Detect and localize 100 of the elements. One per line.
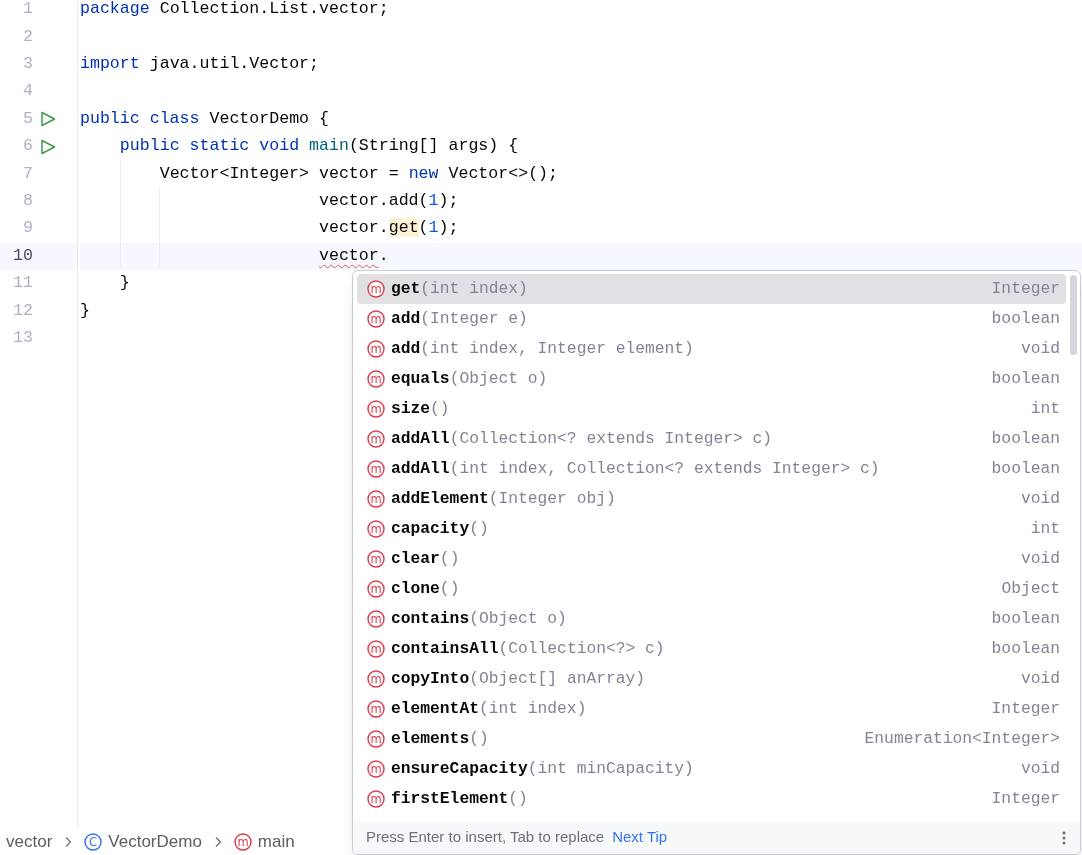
breadcrumb-item[interactable]: main [257, 828, 295, 855]
return-type: boolean [991, 457, 1060, 480]
method-params: (int index) [478, 697, 587, 720]
method-params: (Object o) [449, 367, 548, 390]
completion-item[interactable]: m size() int [357, 394, 1066, 424]
completion-item[interactable]: m add(int index, Integer element) void [357, 334, 1066, 364]
method-name: ensureCapacity [391, 757, 528, 780]
completion-item[interactable]: m addAll(int index, Collection<? extends Integer> c) boolean [357, 454, 1066, 484]
return-type: Object [1001, 577, 1060, 600]
return-type: void [1020, 547, 1060, 570]
completion-item[interactable]: m elements() Enumeration<Integer> [357, 724, 1066, 754]
return-type: boolean [991, 307, 1060, 330]
method-params: (int minCapacity) [527, 757, 694, 780]
completion-item[interactable]: m contains(Object o) boolean [357, 604, 1066, 634]
method-name: clone [391, 577, 440, 600]
line-number: 9 [22, 217, 33, 240]
method-icon: m [367, 340, 385, 358]
method-params: (Collection<? extends Integer> c) [449, 427, 773, 450]
line-number: 4 [22, 80, 33, 103]
next-tip-link[interactable]: Next Tip [612, 826, 668, 849]
method-name: add [391, 307, 421, 330]
return-type: Integer [991, 277, 1060, 300]
breadcrumb-item[interactable]: vector [6, 828, 53, 855]
method-name: add [391, 337, 421, 360]
method-params: () [469, 727, 489, 750]
run-icon[interactable] [40, 138, 56, 155]
method-icon: m [367, 460, 385, 478]
line-number: 3 [22, 53, 33, 76]
method-icon: m [367, 370, 385, 388]
method-name: equals [391, 367, 450, 390]
method-icon: m [367, 610, 385, 628]
method-name: capacity [391, 517, 470, 540]
line-number: 8 [22, 190, 33, 212]
code-line: public static void main(String[] args) { [119, 135, 519, 158]
completion-item[interactable]: m addAll(Collection<? extends Integer> c) boolean [357, 424, 1066, 454]
method-icon: m [367, 790, 385, 808]
method-params: (int index) [420, 277, 528, 300]
line-number: 13 [12, 326, 33, 349]
line-number: 6 [22, 135, 33, 158]
method-icon: m [367, 280, 385, 298]
code-line: } [119, 272, 130, 295]
completion-item[interactable]: m ensureCapacity(int minCapacity) void [357, 754, 1066, 784]
completion-item[interactable]: m clear() void [357, 544, 1066, 574]
method-icon: m [367, 700, 385, 718]
method-params: () [439, 577, 460, 600]
method-name: addElement [391, 487, 489, 510]
code-line: vector.add(1); [319, 190, 459, 212]
method-icon: m [367, 760, 385, 778]
return-type: int [1030, 397, 1060, 420]
method-params: (int index, Integer element) [420, 337, 694, 360]
method-params: () [439, 547, 460, 570]
footer-hint: Press Enter to insert, Tab to replace [366, 827, 605, 848]
method-params: (Object[] anArray) [469, 667, 646, 690]
method-params: () [508, 787, 528, 810]
completion-item[interactable]: m copyInto(Object[] anArray) void [357, 664, 1066, 694]
completion-item[interactable]: m add(Integer e) boolean [357, 304, 1066, 334]
more-options-icon[interactable] [1062, 830, 1066, 845]
return-type: int [1030, 517, 1060, 540]
completion-item[interactable]: m containsAll(Collection<?> c) boolean [357, 634, 1066, 664]
breadcrumb-item[interactable]: VectorDemo [108, 828, 202, 855]
method-icon: m [367, 670, 385, 688]
method-params: (Object o) [469, 607, 567, 630]
method-params: () [430, 397, 450, 420]
return-type: boolean [991, 637, 1060, 660]
return-type: Integer [991, 787, 1060, 810]
method-icon: m [367, 430, 385, 448]
line-number: 11 [12, 272, 33, 295]
method-icon: m [367, 580, 385, 598]
method-name: elementAt [391, 697, 479, 720]
return-type: boolean [991, 607, 1060, 630]
method-params: (Integer obj) [488, 487, 616, 510]
line-number: 10 [12, 244, 33, 267]
code-line: vector.get(1); [319, 217, 459, 240]
run-icon[interactable] [40, 111, 56, 128]
method-name: addAll [391, 427, 450, 450]
method-name: clear [391, 547, 440, 570]
completion-item[interactable]: m elementAt(int index) Integer [357, 694, 1066, 724]
method-params: (Integer e) [420, 307, 528, 330]
completion-item[interactable]: m get(int index) Integer [357, 274, 1066, 304]
method-icon: m [367, 400, 385, 418]
code-line: import java.util.Vector; [80, 53, 319, 76]
return-type: boolean [991, 427, 1060, 450]
completion-item[interactable]: m addElement(Integer obj) void [357, 484, 1066, 514]
code-line: } [80, 299, 90, 322]
scrollbar-thumb[interactable] [1070, 275, 1077, 355]
method-params: (Collection<?> c) [498, 637, 665, 660]
method-icon: m [367, 730, 385, 748]
completion-item[interactable]: m capacity() int [357, 514, 1066, 544]
line-number: 1 [22, 0, 33, 21]
method-name: containsAll [391, 637, 499, 660]
chevron-right-icon [213, 835, 222, 848]
method-icon: m [367, 490, 385, 508]
method-name: get [391, 277, 421, 300]
code-line: package Collection.List.vector; [80, 0, 389, 21]
method-icon: m [367, 310, 385, 328]
completion-item[interactable]: m firstElement() Integer [357, 784, 1066, 814]
method-icon: m [233, 832, 252, 851]
return-type: void [1020, 667, 1060, 690]
completion-item[interactable]: m equals(Object o) boolean [357, 364, 1066, 394]
completion-item[interactable]: m clone() Object [357, 574, 1066, 604]
